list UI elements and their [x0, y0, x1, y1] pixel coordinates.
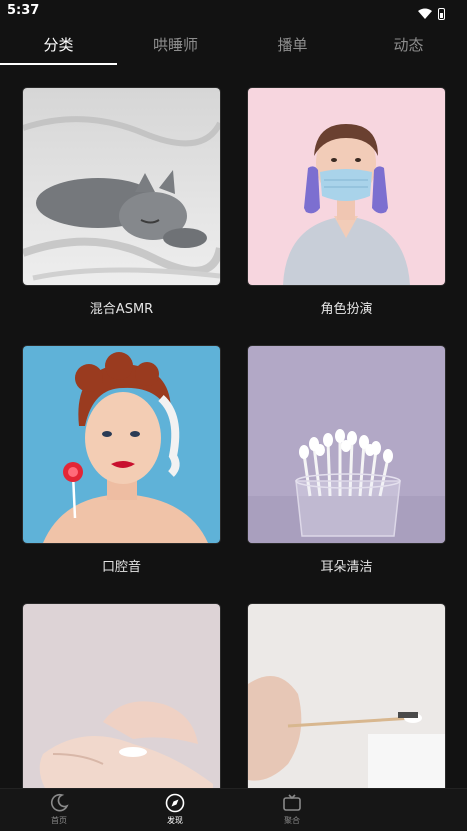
top-tab-bar: 分类 哄睡师 播单 动态	[0, 22, 467, 66]
category-label: 耳朵清洁	[320, 560, 373, 575]
status-bar: 5:37	[0, 0, 467, 22]
category-grid: 混合ASMR 角色扮演 口腔音 耳朵清洁	[0, 66, 467, 788]
nav-discover[interactable]: 发现	[145, 793, 205, 826]
category-card-ear-cleaning[interactable]: 耳朵清洁	[247, 345, 446, 575]
cotton-swabs-image	[247, 345, 446, 544]
nav-home[interactable]: 首页	[29, 793, 89, 826]
moon-icon	[51, 793, 69, 812]
tab-playlist[interactable]: 播单	[234, 34, 351, 55]
discover-screen: 5:37 分类 哄睡师 播单 动态 混合ASMR 角色扮演 口腔音 耳朵清洁 首…	[0, 0, 467, 831]
hands-lotion-image	[22, 603, 221, 788]
category-card-mixed-asmr[interactable]: 混合ASMR	[22, 87, 221, 317]
hand-swab-image	[247, 603, 446, 788]
active-tab-indicator	[0, 63, 117, 65]
category-label: 角色扮演	[320, 302, 373, 317]
nav-label: 聚合	[284, 816, 300, 825]
category-label: 混合ASMR	[89, 302, 154, 317]
category-card-5[interactable]	[22, 603, 221, 788]
bottom-navigation: 首页 发现 聚合	[0, 788, 467, 831]
category-card-mouth-sounds[interactable]: 口腔音	[22, 345, 221, 575]
sleeping-cat-image	[22, 87, 221, 286]
compass-icon	[165, 793, 185, 813]
battery-icon	[438, 7, 445, 20]
nav-label: 首页	[51, 816, 67, 825]
status-icons	[418, 4, 445, 23]
category-card-role-play[interactable]: 角色扮演	[247, 87, 446, 317]
category-card-6[interactable]	[247, 603, 446, 788]
status-time: 5:37	[7, 3, 40, 18]
tab-moments[interactable]: 动态	[350, 34, 467, 55]
nav-label: 发现	[167, 816, 183, 825]
wifi-icon	[418, 4, 432, 23]
category-label: 口腔音	[101, 560, 141, 575]
nurse-image	[247, 87, 446, 286]
nav-aggregate[interactable]: 聚合	[262, 793, 322, 826]
woman-lollipop-image	[22, 345, 221, 544]
tab-sleep-coach[interactable]: 哄睡师	[117, 34, 234, 55]
tab-category[interactable]: 分类	[0, 34, 117, 55]
tv-icon	[283, 794, 301, 811]
